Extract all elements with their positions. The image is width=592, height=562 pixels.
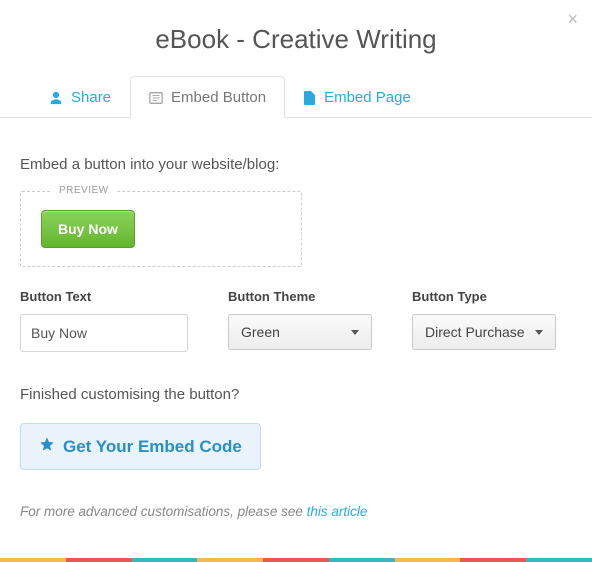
button-theme-select[interactable]: Green: [228, 314, 372, 350]
star-icon: [39, 436, 55, 457]
tab-embed-button[interactable]: Embed Button: [130, 76, 285, 118]
button-text-label: Button Text: [20, 289, 188, 304]
preview-label: PREVIEW: [51, 185, 117, 196]
advanced-note: For more advanced customisations, please…: [20, 504, 572, 519]
page-title: eBook - Creative Writing: [0, 0, 592, 75]
button-theme-value: Green: [241, 324, 280, 340]
button-text-input[interactable]: [20, 314, 188, 352]
tab-embed-page[interactable]: Embed Page: [285, 76, 430, 118]
field-row: Button Text Button Theme Green Button Ty…: [20, 289, 572, 352]
preview-buy-button[interactable]: Buy Now: [41, 210, 135, 248]
content: Embed a button into your website/blog: P…: [0, 118, 592, 539]
file-icon: [304, 91, 316, 105]
tab-share-label: Share: [71, 89, 111, 106]
preview-box: PREVIEW Buy Now: [20, 191, 302, 267]
tabs: Share Embed Button Embed Page: [0, 75, 592, 118]
get-embed-code-button[interactable]: Get Your Embed Code: [20, 423, 261, 470]
button-theme-label: Button Theme: [228, 289, 372, 304]
button-type-select[interactable]: Direct Purchase: [412, 314, 556, 350]
close-icon[interactable]: ×: [567, 10, 578, 28]
caret-down-icon: [351, 330, 359, 335]
tab-embed-page-label: Embed Page: [324, 89, 411, 106]
field-button-type: Button Type Direct Purchase: [412, 289, 556, 352]
field-button-text: Button Text: [20, 289, 188, 352]
person-icon: [49, 91, 63, 105]
get-embed-code-label: Get Your Embed Code: [63, 437, 242, 457]
tab-embed-button-label: Embed Button: [171, 89, 266, 106]
field-button-theme: Button Theme Green: [228, 289, 372, 352]
instruction-text: Embed a button into your website/blog:: [20, 156, 572, 173]
caret-down-icon: [535, 330, 543, 335]
footer-stripe: [0, 558, 592, 562]
finished-prompt: Finished customising the button?: [20, 386, 572, 403]
button-type-label: Button Type: [412, 289, 556, 304]
button-type-value: Direct Purchase: [425, 324, 525, 340]
tab-share[interactable]: Share: [30, 76, 130, 118]
advanced-link[interactable]: this article: [307, 504, 368, 519]
advanced-text: For more advanced customisations, please…: [20, 504, 307, 519]
code-block-icon: [149, 91, 163, 105]
